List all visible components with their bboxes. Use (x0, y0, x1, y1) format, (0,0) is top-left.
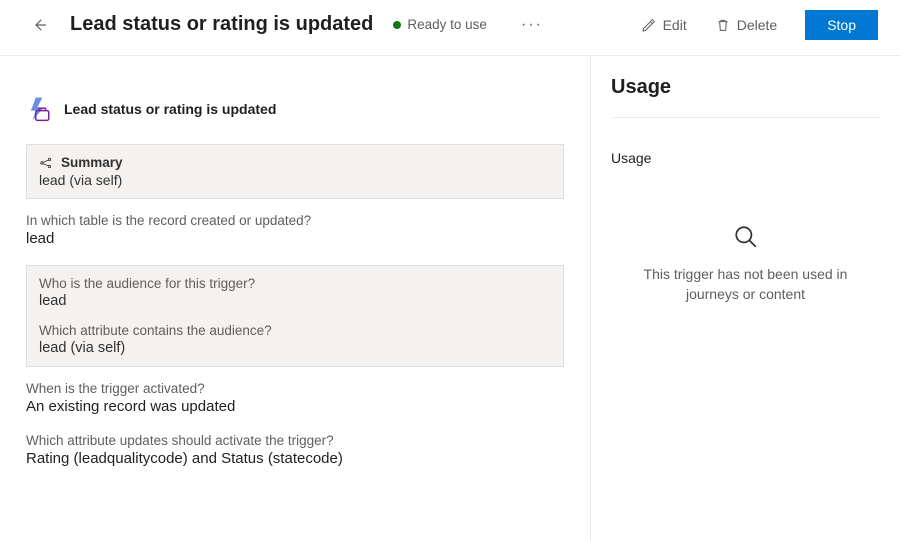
stop-button[interactable]: Stop (805, 10, 878, 40)
usage-empty-state: This trigger has not been used in journe… (611, 224, 880, 305)
audience-value: lead (39, 293, 551, 309)
pencil-icon (641, 17, 657, 33)
activation-field: When is the trigger activated? An existi… (26, 381, 564, 415)
usage-panel-title: Usage (611, 76, 880, 118)
trigger-header: Lead status or rating is updated (26, 96, 564, 122)
table-field-value: lead (26, 230, 564, 247)
audience-attr-value: lead (via self) (39, 340, 551, 356)
status-badge: Ready to use (393, 17, 487, 32)
trash-icon (715, 17, 731, 33)
edit-label: Edit (663, 17, 687, 33)
attributes-label: Which attribute updates should activate … (26, 433, 564, 448)
summary-label: Summary (61, 155, 123, 170)
share-nodes-icon (39, 156, 53, 170)
more-button[interactable]: ··· (515, 14, 549, 36)
back-button[interactable] (26, 12, 52, 38)
audience-attr-label: Which attribute contains the audience? (39, 323, 551, 338)
delete-button[interactable]: Delete (707, 13, 785, 37)
status-dot-icon (393, 21, 401, 29)
usage-panel: Usage Usage This trigger has not been us… (590, 56, 900, 541)
audience-label: Who is the audience for this trigger? (39, 276, 551, 291)
audience-card: Who is the audience for this trigger? le… (26, 265, 564, 367)
edit-button[interactable]: Edit (633, 13, 695, 37)
trigger-icon (26, 96, 52, 122)
table-field-label: In which table is the record created or … (26, 213, 564, 228)
arrow-left-icon (30, 16, 48, 34)
summary-value: lead (via self) (39, 172, 551, 188)
page-title: Lead status or rating is updated (70, 13, 373, 36)
attributes-field: Which attribute updates should activate … (26, 433, 564, 467)
summary-card: Summary lead (via self) (26, 144, 564, 199)
stop-label: Stop (827, 17, 856, 33)
trigger-title: Lead status or rating is updated (64, 101, 276, 117)
page-header: Lead status or rating is updated Ready t… (0, 0, 900, 56)
magnifier-icon (733, 224, 759, 250)
activation-label: When is the trigger activated? (26, 381, 564, 396)
status-label: Ready to use (407, 17, 487, 32)
table-field: In which table is the record created or … (26, 213, 564, 247)
usage-empty-text: This trigger has not been used in journe… (616, 264, 876, 305)
delete-label: Delete (737, 17, 777, 33)
main-content: Lead status or rating is updated Summary… (0, 56, 590, 541)
attributes-value: Rating (leadqualitycode) and Status (sta… (26, 450, 564, 467)
usage-subtitle: Usage (611, 150, 880, 166)
activation-value: An existing record was updated (26, 398, 564, 415)
